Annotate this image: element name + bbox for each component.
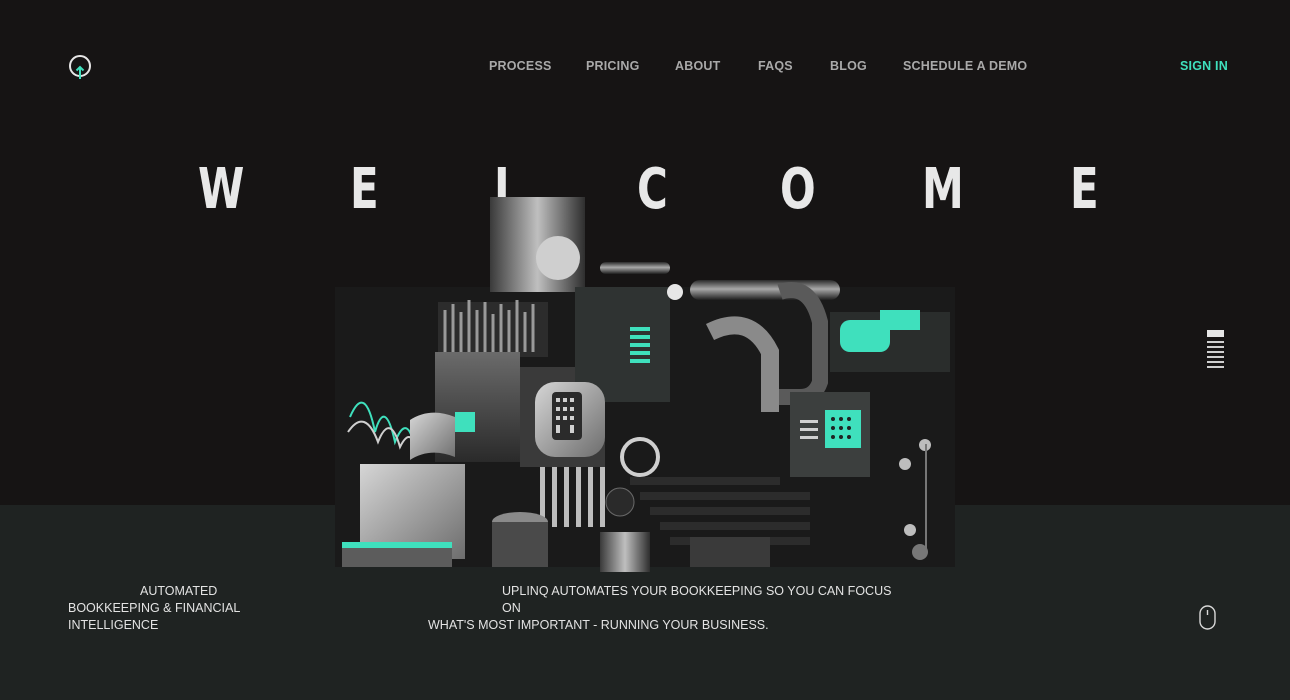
tagline-left: AUTOMATED BOOKKEEPING & FINANCIAL INTELL… [68, 583, 268, 634]
nav-pricing[interactable]: PRICING [586, 59, 640, 73]
side-nav-item[interactable] [1207, 366, 1224, 368]
tagline-left-line: AUTOMATED [140, 584, 218, 598]
side-nav-item[interactable] [1207, 361, 1224, 363]
tagline-center-line: UPLINQ AUTOMATES YOUR BOOKKEEPING SO YOU… [502, 584, 892, 615]
main-nav: PROCESS PRICING ABOUT FAQS BLOG SCHEDULE… [0, 59, 1290, 75]
side-nav-item[interactable] [1207, 341, 1224, 343]
side-nav-item[interactable] [1207, 346, 1224, 348]
side-nav-item[interactable] [1207, 330, 1224, 337]
nav-blog[interactable]: BLOG [830, 59, 867, 73]
welcome-letter: E [1070, 157, 1099, 222]
tagline-center-line: WHAT'S MOST IMPORTANT - RUNNING YOUR BUS… [428, 618, 769, 632]
tagline-center: UPLINQ AUTOMATES YOUR BOOKKEEPING SO YOU… [428, 583, 898, 634]
mouse-scroll-icon[interactable] [1199, 605, 1216, 630]
nav-process[interactable]: PROCESS [489, 59, 552, 73]
side-nav-item[interactable] [1207, 351, 1224, 353]
nav-faqs[interactable]: FAQS [758, 59, 793, 73]
tagline-left-line: BOOKKEEPING & FINANCIAL [68, 601, 241, 615]
sign-in-link[interactable]: SIGN IN [1180, 59, 1228, 73]
nav-schedule-demo[interactable]: SCHEDULE A DEMO [903, 59, 1027, 73]
side-section-nav[interactable] [1207, 330, 1224, 371]
nav-about[interactable]: ABOUT [675, 59, 720, 73]
side-nav-item[interactable] [1207, 356, 1224, 358]
welcome-letter: W [198, 157, 245, 222]
machine-illustration [335, 197, 955, 572]
tagline-left-line: INTELLIGENCE [68, 618, 159, 632]
